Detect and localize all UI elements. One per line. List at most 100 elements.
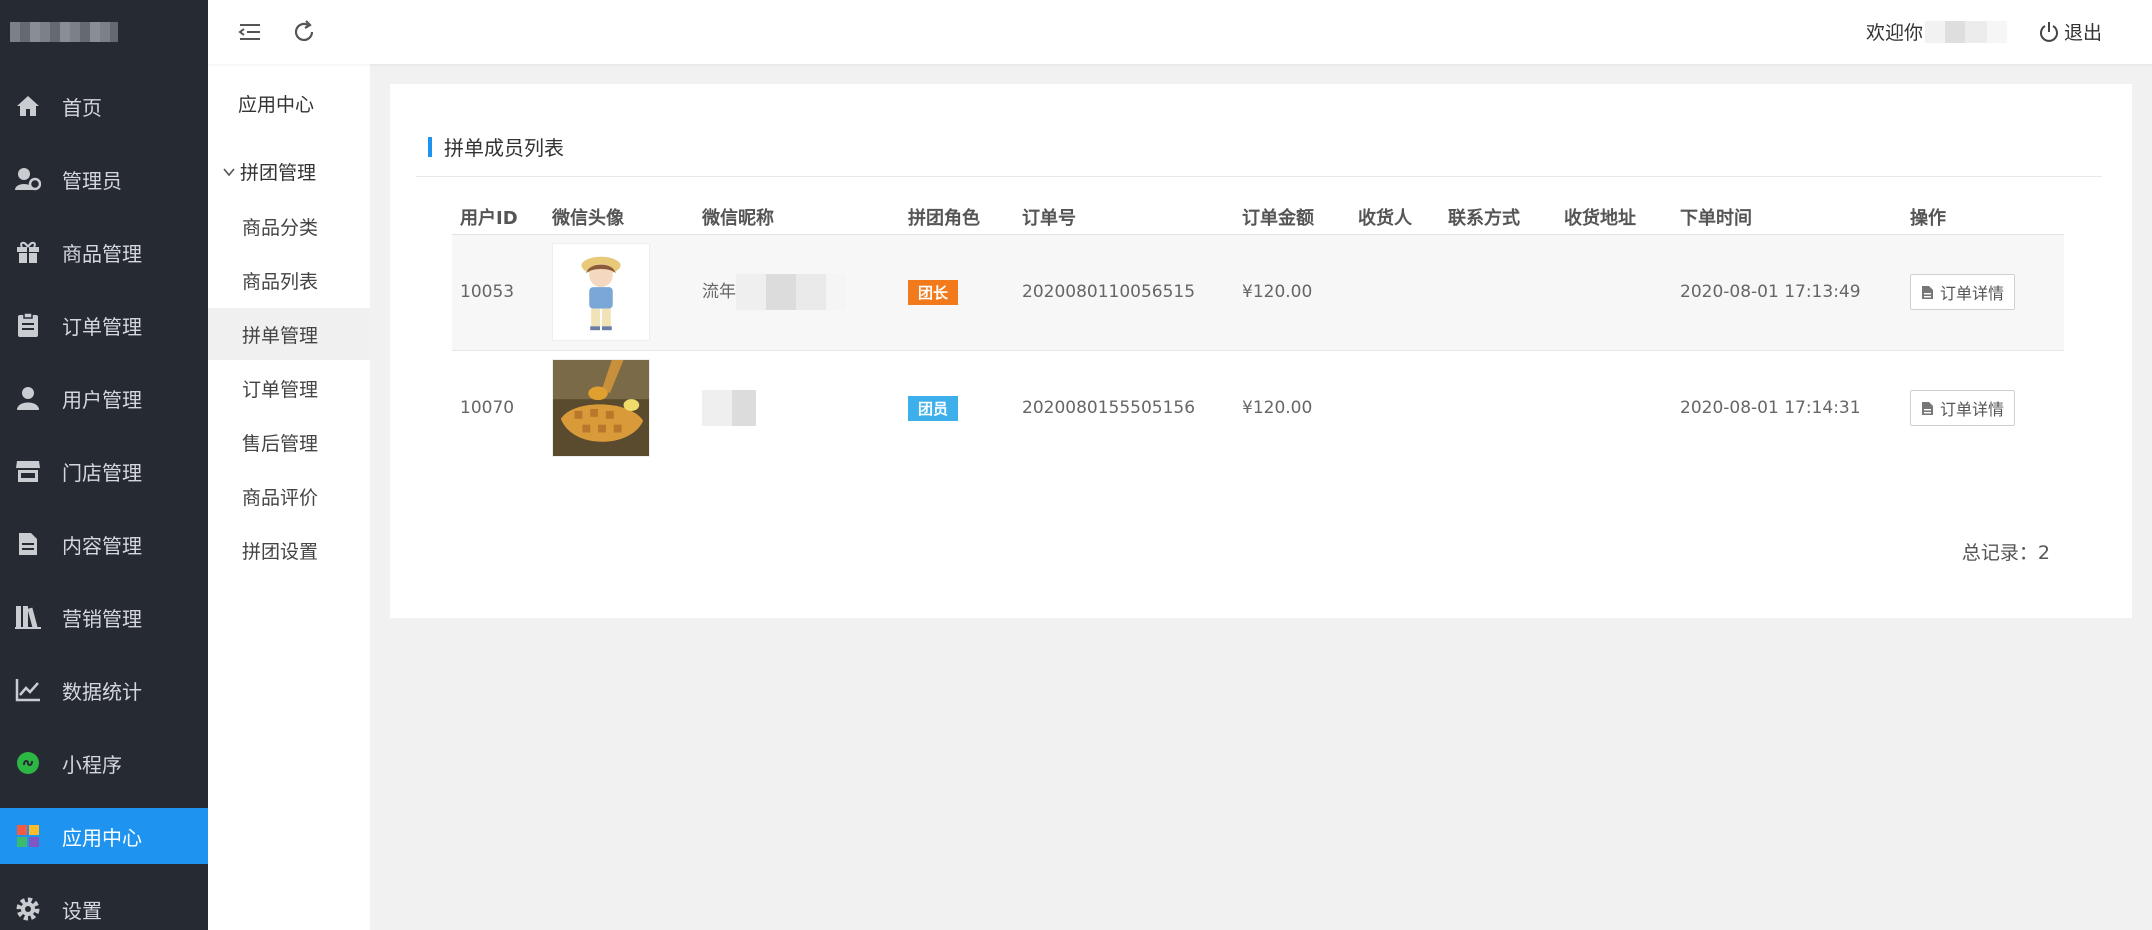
- cell-action: 订单详情: [1902, 234, 2064, 351]
- cell-user-id: 10053: [452, 234, 544, 351]
- welcome-label: 欢迎你: [1866, 22, 1924, 44]
- subnav-item-orders[interactable]: 订单管理: [208, 362, 370, 414]
- role-badge-member: 团员: [908, 395, 959, 421]
- subnav-item-group-settings[interactable]: 拼团设置: [208, 524, 370, 576]
- total-records: 总记录：2: [1961, 542, 2050, 564]
- cell-role: 团员: [900, 350, 1014, 466]
- subnav-title: 应用中心: [238, 94, 315, 116]
- subnav-item-reviews[interactable]: 商品评价: [208, 470, 370, 522]
- cell-user-id: 10070: [460, 398, 515, 419]
- logout-button[interactable]: 退出: [2038, 18, 2102, 45]
- avatar-image[interactable]: [552, 359, 650, 458]
- col-action: 操作: [1902, 200, 2064, 235]
- mini-program-icon: [14, 749, 42, 777]
- sidebar-item-label: 小程序: [62, 752, 122, 777]
- books-icon: [14, 603, 42, 631]
- sidebar-item-label: 订单管理: [62, 314, 142, 339]
- refresh-icon[interactable]: [290, 18, 318, 46]
- col-amount: 订单金额: [1234, 200, 1350, 235]
- col-avatar: 微信头像: [544, 200, 694, 235]
- file-icon: [1922, 401, 1933, 415]
- cell-nickname: [694, 350, 900, 466]
- sidebar-item-label: 设置: [62, 898, 102, 923]
- nickname-text: 流年: [702, 282, 736, 302]
- col-user-id: 用户ID: [452, 200, 544, 235]
- sidebar-item-label: 应用中心: [62, 825, 142, 850]
- col-order-no: 订单号: [1014, 200, 1234, 235]
- sidebar-item-users[interactable]: 用户管理: [0, 370, 208, 426]
- gear-icon: [14, 895, 42, 923]
- sidebar-item-goods[interactable]: 商品管理: [0, 224, 208, 280]
- clipboard-icon: [14, 311, 42, 339]
- sidebar-item-content[interactable]: 内容管理: [0, 516, 208, 572]
- cell-order-time: 2020-08-01 17:13:49: [1672, 234, 1902, 351]
- subnav-group-groupbuy[interactable]: 拼团管理: [222, 158, 316, 185]
- subnav-item-category[interactable]: 商品分类: [208, 200, 370, 252]
- subnav-item-group-orders[interactable]: 拼单管理: [208, 308, 370, 360]
- cell-order-no: 2020080155505156: [1022, 398, 1196, 419]
- cell-amount: ¥120.00: [1234, 234, 1350, 351]
- sidebar-item-label: 首页: [62, 95, 102, 120]
- table-header-row: 用户ID 微信头像 微信昵称 拼团角色 订单号 订单金额 收货人 联系方式 收货…: [452, 200, 2064, 235]
- table-row: 10070 团员 2020080155505156 ¥120.00 2020-0…: [452, 350, 2064, 466]
- subnav-item-goods-list[interactable]: 商品列表: [208, 254, 370, 306]
- cell-role: 团长: [900, 234, 1014, 351]
- order-detail-label: 订单详情: [1940, 400, 2005, 420]
- secondary-sidebar: 应用中心 拼团管理 商品分类 商品列表 拼单管理 订单管理 售后管理 商品评价 …: [208, 0, 370, 930]
- document-icon: [14, 530, 42, 558]
- sidebar-item-label: 数据统计: [62, 679, 142, 704]
- col-nickname: 微信昵称: [694, 200, 900, 235]
- role-badge-leader: 团长: [908, 279, 959, 305]
- cell-avatar: [544, 234, 694, 351]
- home-icon: [14, 92, 42, 120]
- welcome-text: 欢迎你: [1866, 18, 2008, 45]
- subnav-group-label: 拼团管理: [240, 162, 317, 184]
- store-icon: [14, 457, 42, 485]
- cell-action: 订单详情: [1902, 350, 2064, 466]
- order-detail-button[interactable]: 订单详情: [1910, 274, 2016, 310]
- sidebar-item-label: 内容管理: [62, 533, 142, 558]
- sidebar-item-label: 用户管理: [62, 387, 142, 412]
- gift-icon: [14, 238, 42, 266]
- sidebar-item-mini-program[interactable]: 小程序: [0, 735, 208, 791]
- sidebar-item-marketing[interactable]: 营销管理: [0, 589, 208, 645]
- cell-address: [1556, 234, 1672, 351]
- user-icon: [14, 384, 42, 412]
- top-header: 欢迎你 退出: [208, 0, 2152, 64]
- order-detail-button[interactable]: 订单详情: [1910, 390, 2016, 427]
- subnav-item-after-sales[interactable]: 售后管理: [208, 416, 370, 468]
- sidebar-item-label: 管理员: [62, 168, 122, 193]
- username-blurred: [1925, 20, 2008, 43]
- col-contact: 联系方式: [1440, 200, 1556, 235]
- cell-contact: [1440, 350, 1556, 466]
- sidebar-item-orders[interactable]: 订单管理: [0, 297, 208, 353]
- sidebar-item-admin[interactable]: 管理员: [0, 151, 208, 207]
- logo[interactable]: [10, 22, 118, 42]
- cell-amount: ¥120.00: [1242, 398, 1313, 419]
- card-title: 拼单成员列表: [428, 132, 564, 161]
- sidebar-item-label: 商品管理: [62, 241, 142, 266]
- sidebar-item-settings[interactable]: 设置: [0, 881, 208, 930]
- main-sidebar: 首页 管理员 商品管理 订单管理 用户管理 门店管理 内容管理 营销管理 数据统…: [0, 0, 208, 930]
- col-order-time: 下单时间: [1672, 200, 1902, 235]
- logout-label: 退出: [2064, 22, 2103, 44]
- cell-address: [1556, 350, 1672, 466]
- sidebar-item-label: 门店管理: [62, 460, 142, 485]
- sidebar-item-stores[interactable]: 门店管理: [0, 443, 208, 499]
- title-accent-bar: [428, 136, 432, 157]
- cell-receiver: [1350, 234, 1440, 351]
- sidebar-item-app-center[interactable]: 应用中心: [0, 808, 208, 864]
- line-chart-icon: [14, 676, 42, 704]
- cell-order-no: 2020080110056515: [1014, 234, 1234, 351]
- sidebar-item-statistics[interactable]: 数据统计: [0, 662, 208, 718]
- col-role: 拼团角色: [900, 200, 1014, 235]
- table-row: 10053 流年 团长 2020080110056515 ¥120.00 202…: [452, 234, 2064, 351]
- chevron-down-icon: [223, 167, 235, 176]
- sidebar-item-home[interactable]: 首页: [0, 78, 208, 134]
- admin-user-icon: [14, 165, 42, 193]
- file-icon: [1922, 285, 1933, 299]
- card-title-text: 拼单成员列表: [444, 136, 564, 160]
- avatar-image[interactable]: [552, 243, 650, 341]
- collapse-menu-icon[interactable]: [236, 18, 264, 46]
- nickname-blurred: [736, 274, 846, 310]
